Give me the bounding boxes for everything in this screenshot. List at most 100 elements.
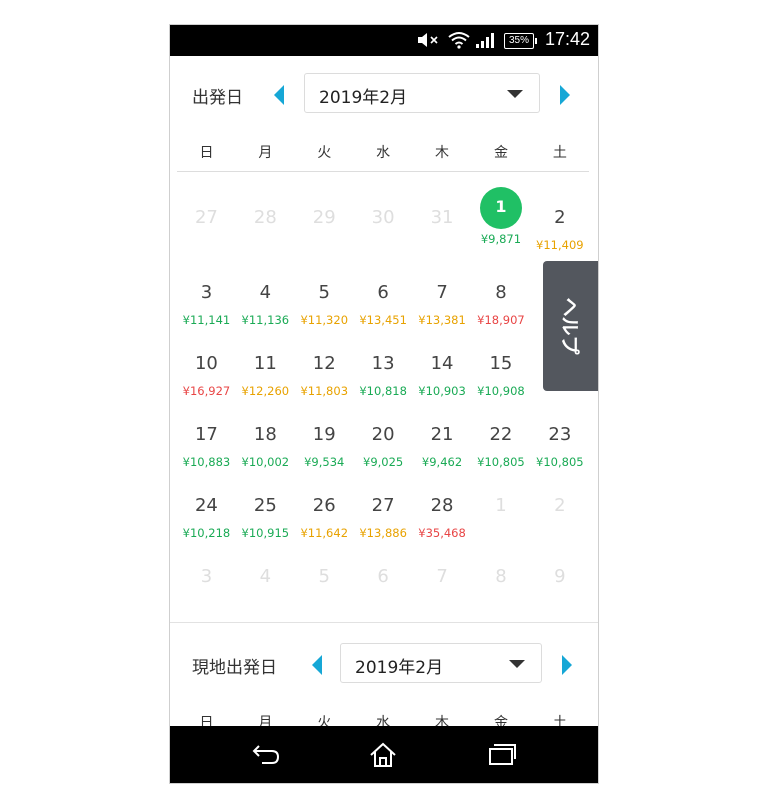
date-cell: 31 [413, 195, 472, 270]
local-departure-month-select[interactable]: 2019年2月 [340, 643, 542, 683]
date-cell[interactable]: 26 ¥11,642 [295, 483, 354, 554]
date-price: ¥13,451 [359, 313, 407, 327]
date-cell[interactable]: 15 ¥10,908 [472, 341, 531, 412]
date-price: ¥12,260 [241, 384, 290, 398]
date-price: ¥9,462 [421, 455, 463, 469]
date-price: ¥11,320 [300, 313, 349, 327]
date-number: 19 [312, 424, 336, 445]
date-cell[interactable]: 18 ¥10,002 [236, 412, 295, 483]
date-price: ¥9,871 [480, 232, 522, 246]
battery-indicator: 35% [504, 33, 537, 49]
date-price: ¥9,025 [363, 455, 404, 469]
date-number: 2 [554, 207, 566, 228]
date-number: 20 [371, 424, 395, 445]
date-cell: 7 [413, 554, 472, 625]
date-number: 26 [312, 495, 336, 516]
date-price: ¥10,883 [182, 455, 231, 469]
departure-month-row: 出発日 2019年2月 [170, 73, 598, 117]
date-cell[interactable]: 3 ¥11,141 [177, 270, 236, 341]
date-number: 5 [318, 282, 330, 303]
local-departure-label: 現地出発日 [192, 658, 277, 678]
date-number: 7 [436, 566, 448, 587]
recent-apps-icon[interactable] [488, 742, 516, 770]
local-departure-month-value: 2019年2月 [355, 658, 444, 678]
date-cell[interactable]: 25 ¥10,915 [236, 483, 295, 554]
date-cell[interactable]: 7 ¥13,381 [413, 270, 472, 341]
date-cell[interactable]: 24 ¥10,218 [177, 483, 236, 554]
date-cell[interactable]: 10 ¥16,927 [177, 341, 236, 412]
departure-label: 出発日 [192, 88, 243, 108]
date-number: 17 [194, 424, 218, 445]
departure-weekday-header: 日月火水木金土 [177, 142, 589, 172]
date-cell[interactable]: 19 ¥9,534 [295, 412, 354, 483]
calendar-week-row: 27 28 29 30 31 1 ¥9,871 2 ¥11,409 [177, 187, 589, 270]
date-number: 27 [371, 495, 395, 516]
date-cell[interactable]: 4 ¥11,136 [236, 270, 295, 341]
status-bar: 35% 17:42 [170, 25, 598, 56]
date-cell[interactable]: 27 ¥13,886 [354, 483, 413, 554]
date-cell[interactable]: 13 ¥10,818 [354, 341, 413, 412]
date-cell[interactable]: 28 ¥35,468 [413, 483, 472, 554]
date-cell: 30 [354, 195, 413, 270]
date-price: ¥11,141 [182, 313, 231, 327]
home-icon[interactable] [369, 742, 397, 772]
clock: 17:42 [544, 29, 590, 49]
date-price: ¥10,002 [241, 455, 290, 469]
date-cell[interactable]: 22 ¥10,805 [472, 412, 531, 483]
next-month-button[interactable] [558, 85, 574, 105]
weekday-label: 木 [435, 145, 450, 161]
date-price: ¥13,886 [359, 526, 407, 540]
date-number: 2 [554, 495, 566, 516]
android-nav-bar [170, 726, 598, 783]
date-cell[interactable]: 14 ¥10,903 [413, 341, 472, 412]
weekday-label: 金 [493, 145, 508, 161]
date-price: ¥16,927 [182, 384, 231, 398]
date-number: 13 [371, 353, 395, 374]
phone-screen: 35% 17:42 出発日 2019年2月 日月火水木金土 27 28 29 30 31… [169, 24, 599, 784]
date-cell[interactable]: 5 ¥11,320 [295, 270, 354, 341]
date-number: 8 [495, 566, 507, 587]
date-number: 29 [312, 207, 336, 228]
date-cell[interactable]: 11 ¥12,260 [236, 341, 295, 412]
date-cell[interactable]: 8 ¥18,907 [472, 270, 531, 341]
date-number: 24 [194, 495, 218, 516]
departure-month-value: 2019年2月 [319, 88, 408, 108]
prev-month-button[interactable] [272, 85, 288, 105]
calendar-week-row: 3 ¥11,141 4 ¥11,136 5 ¥11,320 6 ¥13,451 7 ¥13,381… [177, 270, 589, 341]
local-prev-month-button[interactable] [310, 655, 326, 675]
date-number: 31 [430, 207, 454, 228]
help-tab[interactable]: ヘルプ [543, 261, 598, 391]
date-price: ¥11,642 [300, 526, 349, 540]
departure-month-select[interactable]: 2019年2月 [304, 73, 540, 113]
date-number: 7 [436, 282, 448, 303]
back-icon[interactable] [252, 742, 280, 770]
date-number: 27 [194, 207, 218, 228]
date-price: ¥11,136 [241, 313, 290, 327]
date-number: 11 [253, 353, 277, 374]
date-price: ¥10,805 [477, 455, 525, 469]
selected-date-cell[interactable]: 1 ¥9,871 [472, 187, 531, 270]
date-price: ¥18,907 [477, 313, 525, 327]
date-cell[interactable]: 17 ¥10,883 [177, 412, 236, 483]
wifi-icon [448, 31, 470, 53]
date-number: 6 [377, 566, 389, 587]
departure-calendar-grid: 27 28 29 30 31 1 ¥9,871 2 ¥11,409 3 ¥11,141 4 ¥11,13… [177, 187, 589, 625]
calendar-week-row: 10 ¥16,927 11 ¥12,260 12 ¥11,803 13 ¥10,818 14 ¥1… [177, 341, 589, 412]
date-number: 28 [253, 207, 277, 228]
date-cell: 9 [530, 554, 589, 625]
local-next-month-button[interactable] [560, 655, 576, 675]
date-cell: 29 [295, 195, 354, 270]
date-number: 9 [554, 566, 566, 587]
date-number: 14 [430, 353, 454, 374]
date-cell[interactable]: 20 ¥9,025 [354, 412, 413, 483]
date-price: ¥10,903 [418, 384, 466, 398]
date-cell[interactable]: 6 ¥13,451 [354, 270, 413, 341]
date-cell[interactable]: 21 ¥9,462 [413, 412, 472, 483]
date-cell[interactable]: 23 ¥10,805 [530, 412, 589, 483]
date-cell[interactable]: 2 ¥11,409 [530, 195, 589, 270]
date-number: 12 [312, 353, 336, 374]
date-cell[interactable]: 12 ¥11,803 [295, 341, 354, 412]
weekday-label: 土 [552, 145, 567, 161]
date-number: 21 [430, 424, 454, 445]
date-cell: 5 [295, 554, 354, 625]
